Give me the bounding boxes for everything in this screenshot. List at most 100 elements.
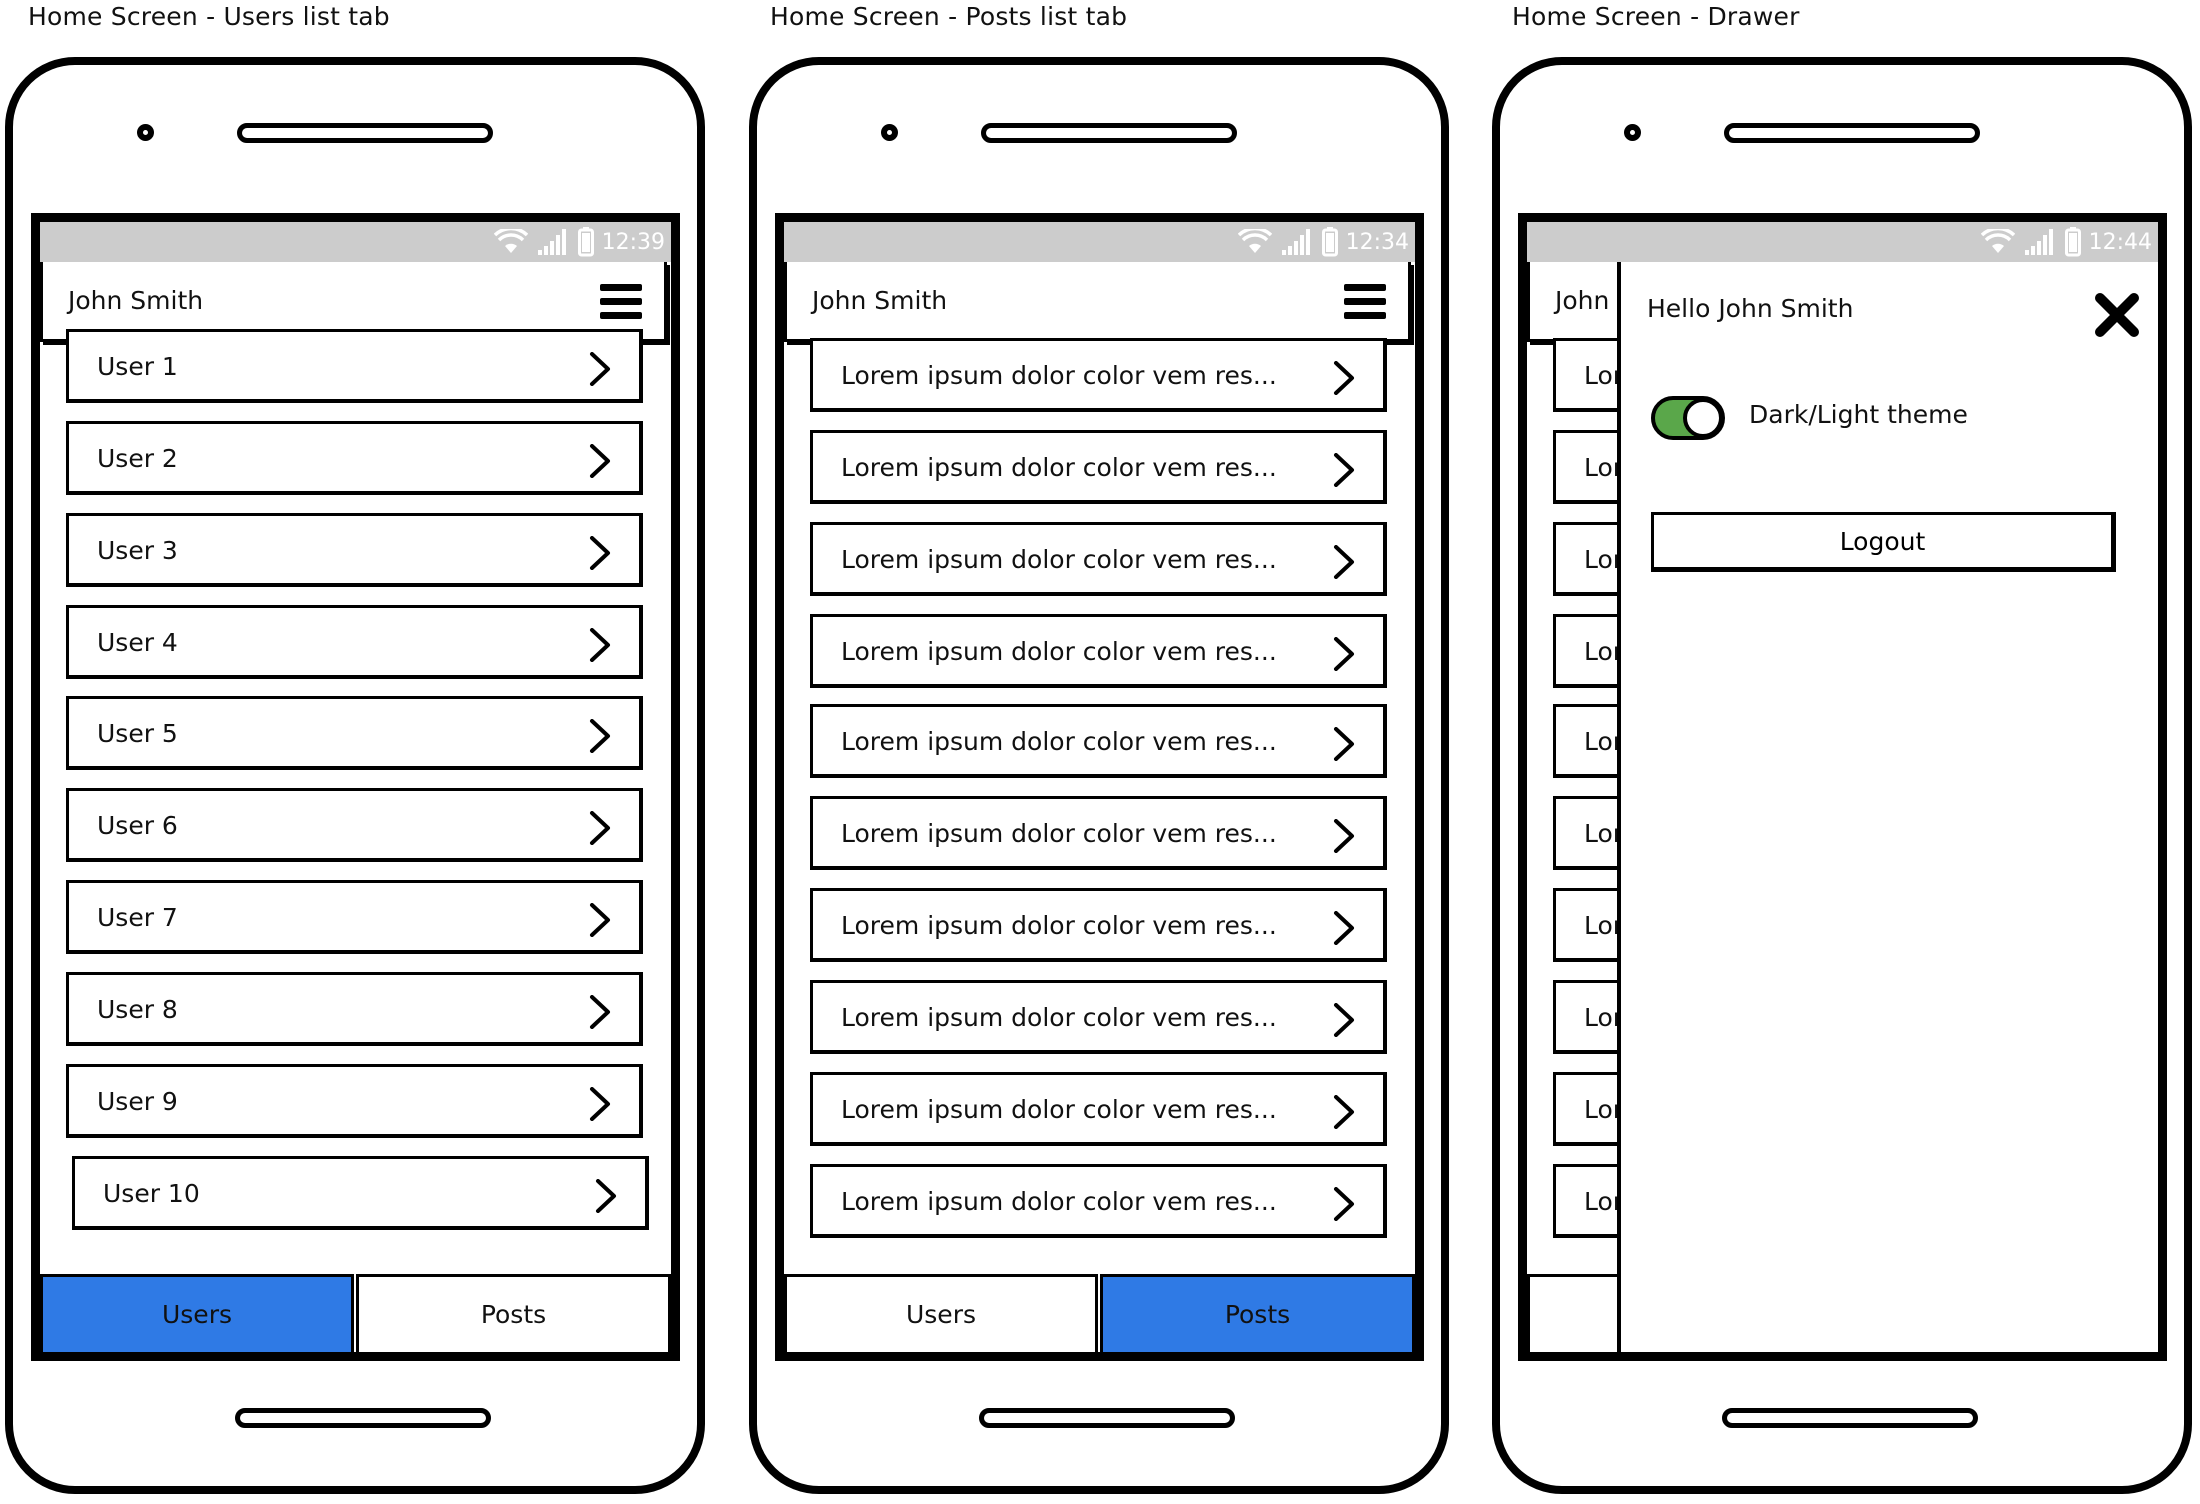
item-label: User 1: [97, 352, 178, 381]
chevron-right-icon: [1334, 1095, 1354, 1129]
chevron-right-icon: [1334, 545, 1354, 579]
tab-users[interactable]: Users: [40, 1274, 354, 1352]
phone-drawer: 12:44 John Smith Lorem ipsum dolor color…: [1492, 57, 2192, 1494]
caption-users: Home Screen - Users list tab: [28, 2, 390, 31]
item-label: Lorem ipsum dolor color vem res...: [841, 637, 1277, 666]
phone-screen: 12:44 John Smith Lorem ipsum dolor color…: [1518, 213, 2167, 1361]
chevron-right-icon: [1334, 361, 1354, 395]
hamburger-icon[interactable]: [600, 284, 642, 320]
status-bar: 12:34: [784, 222, 1415, 262]
caption-posts: Home Screen - Posts list tab: [770, 2, 1128, 31]
chevron-right-icon: [590, 811, 610, 845]
item-label: Lorem ipsum dolor color vem res...: [841, 545, 1277, 574]
camera: [1624, 124, 1641, 141]
item-label: User 5: [97, 719, 178, 748]
chevron-right-icon: [590, 903, 610, 937]
item-label: User 4: [97, 628, 178, 657]
chevron-right-icon: [590, 995, 610, 1029]
status-bar: 12:44: [1527, 222, 2158, 262]
phone-screen: 12:34 John Smith Lorem ipsum dolor color…: [775, 213, 1424, 1361]
item-label: User 9: [97, 1087, 178, 1116]
signal-icon: [2024, 229, 2053, 255]
item-label: User 10: [103, 1179, 200, 1208]
list-item[interactable]: User 10: [72, 1156, 649, 1230]
logout-button[interactable]: Logout: [1651, 512, 2116, 572]
navigation-drawer: Hello John Smith Dark/Light theme Logout: [1617, 262, 2158, 1352]
app-bar-title: John Smith: [68, 286, 204, 315]
list-item[interactable]: Lorem ipsum dolor color vem res...: [810, 430, 1387, 504]
item-label: User 2: [97, 444, 178, 473]
camera: [881, 124, 898, 141]
tab-users[interactable]: Users: [784, 1274, 1098, 1352]
theme-toggle[interactable]: [1651, 396, 1725, 440]
item-label: Lorem ipsum dolor color vem res...: [841, 1003, 1277, 1032]
item-label: User 6: [97, 811, 178, 840]
list-item[interactable]: User 2: [66, 421, 643, 495]
status-time: 12:39: [601, 229, 665, 255]
phone-screen: 12:39 John Smith User 1 User 2 User 3 User …: [31, 213, 680, 1361]
chevron-right-icon: [590, 536, 610, 570]
list-item[interactable]: User 7: [66, 880, 643, 954]
home-indicator: [235, 1408, 491, 1428]
toggle-knob: [1683, 398, 1723, 438]
home-indicator: [1722, 1408, 1978, 1428]
status-time: 12:34: [1345, 229, 1409, 255]
tab-posts[interactable]: Posts: [356, 1274, 671, 1352]
item-label: User 7: [97, 903, 178, 932]
drawer-greeting: Hello John Smith: [1647, 294, 1854, 323]
list-item[interactable]: User 3: [66, 513, 643, 587]
chevron-right-icon: [1334, 1003, 1354, 1037]
home-indicator: [979, 1408, 1235, 1428]
tab-posts[interactable]: Posts: [1100, 1274, 1415, 1352]
status-time: 12:44: [2088, 229, 2152, 255]
chevron-right-icon: [1334, 911, 1354, 945]
item-label: User 8: [97, 995, 178, 1024]
item-label: Lorem ipsum dolor color vem res...: [841, 361, 1277, 390]
camera: [137, 124, 154, 141]
list-item[interactable]: User 4: [66, 605, 643, 679]
tab-bar: UsersPosts: [784, 1268, 1415, 1352]
list-item[interactable]: Lorem ipsum dolor color vem res...: [810, 796, 1387, 870]
chevron-right-icon: [590, 719, 610, 753]
theme-toggle-label: Dark/Light theme: [1749, 400, 1968, 429]
item-label: Lorem ipsum dolor color vem res...: [841, 453, 1277, 482]
app-bar: John Smith: [784, 262, 1411, 342]
list-item[interactable]: Lorem ipsum dolor color vem res...: [810, 614, 1387, 688]
signal-icon: [537, 229, 566, 255]
list-item[interactable]: Lorem ipsum dolor color vem res...: [810, 980, 1387, 1054]
chevron-right-icon: [590, 352, 610, 386]
wifi-icon: [1237, 229, 1272, 253]
list-item[interactable]: User 6: [66, 788, 643, 862]
chevron-right-icon: [590, 444, 610, 478]
list-item[interactable]: Lorem ipsum dolor color vem res...: [810, 1072, 1387, 1146]
list-item[interactable]: User 1: [66, 329, 643, 403]
list-item[interactable]: Lorem ipsum dolor color vem res...: [810, 704, 1387, 778]
phone-posts: 12:34 John Smith Lorem ipsum dolor color…: [749, 57, 1449, 1494]
chevron-right-icon: [590, 1087, 610, 1121]
speaker: [237, 123, 493, 143]
list-item[interactable]: Lorem ipsum dolor color vem res...: [810, 888, 1387, 962]
list-item[interactable]: Lorem ipsum dolor color vem res...: [810, 1164, 1387, 1238]
list-item[interactable]: User 8: [66, 972, 643, 1046]
item-label: Lorem ipsum dolor color vem res...: [841, 911, 1277, 940]
tab-bar: UsersPosts: [40, 1268, 671, 1352]
item-label: Lorem ipsum dolor color vem res...: [841, 1187, 1277, 1216]
item-label: Lorem ipsum dolor color vem res...: [841, 1095, 1277, 1124]
status-bar: 12:39: [40, 222, 671, 262]
chevron-right-icon: [596, 1179, 616, 1213]
wifi-icon: [1980, 229, 2015, 253]
battery-icon: [577, 227, 594, 257]
list-item[interactable]: User 5: [66, 696, 643, 770]
chevron-right-icon: [1334, 637, 1354, 671]
chevron-right-icon: [1334, 1187, 1354, 1221]
list-item[interactable]: Lorem ipsum dolor color vem res...: [810, 338, 1387, 412]
wifi-icon: [493, 229, 528, 253]
list-item[interactable]: Lorem ipsum dolor color vem res...: [810, 522, 1387, 596]
chevron-right-icon: [590, 628, 610, 662]
hamburger-icon[interactable]: [1344, 284, 1386, 320]
close-icon[interactable]: [2094, 292, 2140, 338]
item-label: Lorem ipsum dolor color vem res...: [841, 819, 1277, 848]
list-item[interactable]: User 9: [66, 1064, 643, 1138]
speaker: [981, 123, 1237, 143]
battery-icon: [1321, 227, 1338, 257]
